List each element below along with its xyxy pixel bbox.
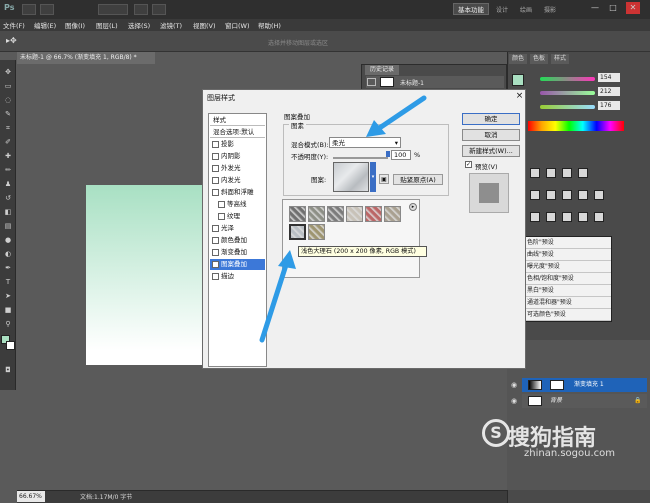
arrow-to-blend-mode [366, 95, 427, 137]
sogou-logo-icon: S [482, 419, 510, 447]
watermark-url: zhinan.sogou.com [524, 448, 616, 459]
arrow-to-pattern-swatch [259, 250, 296, 343]
